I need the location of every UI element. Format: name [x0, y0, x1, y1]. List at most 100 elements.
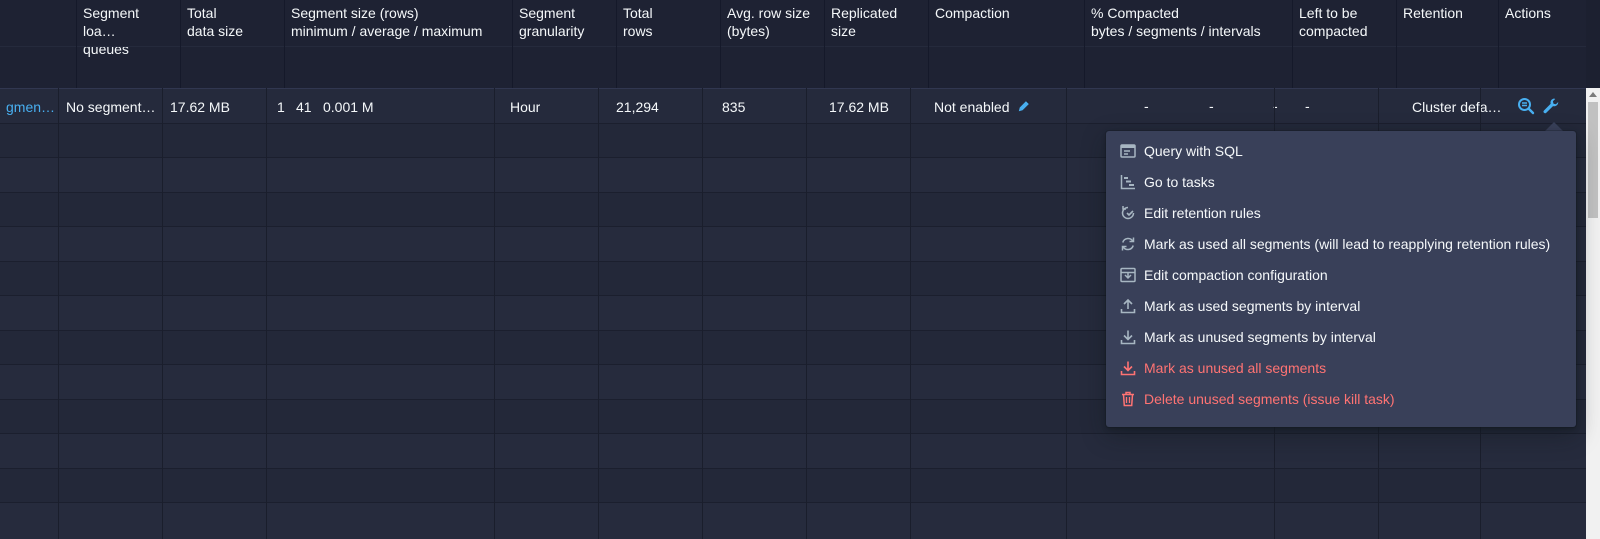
column-divider [58, 88, 59, 539]
menu-item-mark-unused-interval[interactable]: Mark as unused segments by interval [1111, 322, 1571, 352]
pct-compacted-segments: - [1209, 98, 1214, 114]
column-divider [162, 88, 163, 539]
menu-item-edit-compaction[interactable]: Edit compaction configuration [1111, 260, 1571, 290]
filter-cell[interactable] [1293, 46, 1396, 88]
header-title: Segment size (rows) minimum / average / … [291, 5, 483, 39]
menu-item-label: Mark as unused all segments [1144, 360, 1327, 376]
header-title: Total data size [187, 5, 244, 39]
datasource-link[interactable]: gmen… [6, 98, 54, 116]
segment-size-min: 1 [277, 99, 285, 115]
column-divider [702, 88, 703, 539]
header-segment-size[interactable]: Segment size (rows) minimum / average / … [284, 0, 512, 88]
retention-value[interactable]: Cluster defa… [1412, 98, 1506, 116]
header-replicated-size[interactable]: Replicated size [824, 0, 928, 88]
download-icon [1120, 361, 1136, 376]
menu-item-label: Edit compaction configuration [1144, 267, 1328, 283]
gantt-chart-icon [1120, 175, 1135, 190]
menu-item-label: Mark as used all segments (will lead to … [1144, 236, 1551, 252]
filter-cell[interactable] [285, 46, 512, 88]
header-title: Segment granularity [519, 5, 585, 39]
header-title: Left to be compacted [1299, 5, 1368, 39]
segment-load-queues-value: No segment… [66, 99, 156, 115]
menu-item-label: Query with SQL [1144, 143, 1243, 159]
left-to-compact-value: - [1305, 98, 1310, 114]
header-compaction[interactable]: Compaction [928, 0, 1084, 88]
compressed-icon [1120, 267, 1136, 283]
header-left-to-compact[interactable]: Left to be compacted [1292, 0, 1396, 88]
filter-cell[interactable] [929, 46, 1084, 88]
header-total-data-size[interactable]: Total data size [180, 0, 284, 88]
scroll-up-arrow-icon[interactable] [1589, 92, 1597, 97]
segment-size-max: 0.001 M [323, 99, 374, 115]
edit-icon[interactable] [1016, 99, 1031, 118]
header-actions: Actions [1498, 0, 1586, 88]
header-title: Actions [1505, 5, 1551, 21]
menu-item-go-to-tasks[interactable]: Go to tasks [1111, 167, 1571, 197]
pct-compacted-bytes: - [1144, 98, 1149, 114]
filter-cell[interactable] [181, 46, 284, 88]
menu-item-edit-retention[interactable]: Edit retention rules [1111, 198, 1571, 228]
filter-cell[interactable] [1085, 46, 1292, 88]
column-divider [266, 88, 267, 539]
header-datasource[interactable] [0, 0, 76, 88]
menu-caret [1545, 122, 1563, 131]
menu-item-mark-used-interval[interactable]: Mark as used segments by interval [1111, 291, 1571, 321]
avg-row-size-value: 835 [722, 99, 746, 115]
menu-item-label: Mark as unused segments by interval [1144, 329, 1376, 345]
column-divider [1066, 88, 1067, 539]
total-rows-value: 21,294 [616, 99, 659, 115]
column-divider [806, 88, 807, 539]
menu-item-mark-used-all[interactable]: Mark as used all segments (will lead to … [1111, 229, 1571, 259]
application-icon [1120, 144, 1136, 158]
filter-cell[interactable] [721, 46, 824, 88]
filter-cell[interactable] [617, 46, 720, 88]
automatic-updates-icon [1121, 206, 1135, 220]
table-row [0, 467, 1586, 502]
table-row[interactable]: gmen… No segment… 17.62 MB 1 41 0.001 M … [0, 88, 1586, 123]
column-divider [910, 88, 911, 539]
filter-cell [1499, 46, 1586, 88]
menu-item-label: Delete unused segments (issue kill task) [1144, 391, 1395, 407]
header-title: Replicated size [831, 5, 898, 39]
filter-cell[interactable] [513, 46, 616, 88]
menu-item-label: Mark as used segments by interval [1144, 298, 1361, 314]
menu-item-delete-unused[interactable]: Delete unused segments (issue kill task) [1111, 384, 1571, 414]
refresh-icon [1121, 237, 1135, 251]
header-title: Retention [1403, 5, 1463, 21]
table-row [0, 502, 1586, 539]
compaction-cell: Not enabled [934, 98, 1031, 118]
header-title: % Compacted bytes / segments / intervals [1091, 5, 1261, 39]
header-retention[interactable]: Retention [1396, 0, 1498, 88]
header-avg-row-size[interactable]: Avg. row size (bytes) [720, 0, 824, 88]
actions-menu: Query with SQL Go to tasks Edit retentio… [1106, 131, 1576, 427]
filter-cell[interactable] [825, 46, 928, 88]
header-title: Compaction [935, 5, 1010, 21]
magnifying-glass-icon[interactable] [1517, 97, 1535, 118]
scrollbar-thumb[interactable] [1588, 102, 1598, 218]
granularity-value: Hour [510, 99, 541, 115]
header-title: Total rows [623, 5, 653, 39]
menu-item-mark-unused-all[interactable]: Mark as unused all segments [1111, 353, 1571, 383]
compaction-value: Not enabled [934, 99, 1010, 115]
filter-cell[interactable] [0, 46, 76, 88]
header-pct-compacted[interactable]: % Compacted bytes / segments / intervals [1084, 0, 1292, 88]
total-data-size-value: 17.62 MB [170, 99, 230, 115]
column-divider [494, 88, 495, 539]
menu-item-query-sql[interactable]: Query with SQL [1111, 136, 1571, 166]
vertical-scrollbar[interactable] [1586, 88, 1600, 539]
header-title: Avg. row size (bytes) [727, 5, 810, 39]
table-header: Segment loa… queues Total data size Segm… [0, 0, 1586, 88]
filter-cell[interactable] [1397, 46, 1498, 88]
header-segment-granularity[interactable]: Segment granularity [512, 0, 616, 88]
header-segment-load-queues[interactable]: Segment loa… queues [76, 0, 180, 88]
filter-cell[interactable] [77, 46, 180, 88]
table-row [0, 433, 1586, 468]
header-total-rows[interactable]: Total rows [616, 0, 720, 88]
menu-item-label: Go to tasks [1144, 174, 1215, 190]
menu-item-label: Edit retention rules [1144, 205, 1261, 221]
download-icon [1120, 330, 1136, 345]
trash-icon [1122, 391, 1134, 407]
upload-icon [1120, 298, 1136, 314]
wrench-icon[interactable] [1542, 97, 1560, 118]
segment-size-avg: 41 [296, 99, 312, 115]
